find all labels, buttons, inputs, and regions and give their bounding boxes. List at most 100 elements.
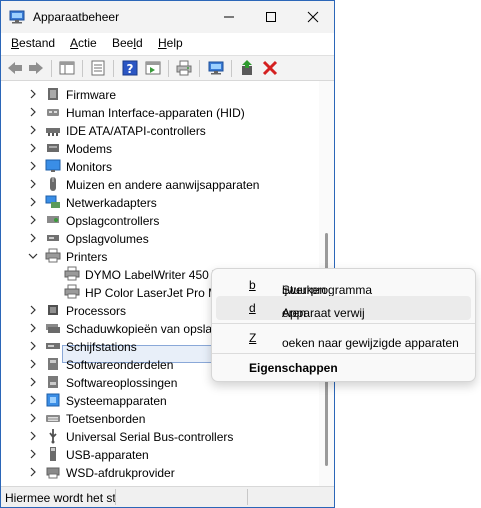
printer-icon <box>64 266 80 281</box>
chevron-right-icon[interactable] <box>27 213 39 227</box>
status-separator <box>247 489 248 505</box>
network-icon <box>45 195 60 208</box>
tree-item[interactable]: Modems <box>1 139 319 157</box>
context-menu: Stuurprogramma b ijwerken Apparaat verwij… <box>211 268 476 382</box>
forward-arrow-icon[interactable] <box>27 59 45 77</box>
uninstall-x-icon[interactable] <box>261 59 279 77</box>
context-menu-separator <box>212 353 475 354</box>
back-arrow-icon[interactable] <box>6 59 24 77</box>
tree-item-label: Opslagcontrollers <box>66 214 160 228</box>
menu-actie[interactable]: Actie <box>70 36 97 50</box>
tree-item-label: Human Interface-apparaten (HID) <box>66 106 245 120</box>
software-solution-icon <box>48 376 58 388</box>
usb-device-icon <box>50 447 56 461</box>
print-icon[interactable] <box>175 59 193 77</box>
menu-item-scan-hardware[interactable]: Zoeken naar gewijzigde apparaten <box>216 326 471 350</box>
tree-item[interactable]: WSD-afdrukprovider <box>1 463 319 481</box>
tree-item-label: Processors <box>66 304 127 318</box>
printer-icon <box>45 248 61 263</box>
processor-icon <box>48 305 58 315</box>
toolbar-separator <box>231 60 232 77</box>
menu-item-update-driver[interactable]: Stuurprogramma b ijwerken <box>216 273 471 297</box>
chevron-right-icon[interactable] <box>27 87 39 101</box>
chevron-right-icon[interactable] <box>27 141 39 155</box>
tree-item-label: Muizen en andere aanwijsapparaten <box>66 178 260 192</box>
action-pane-icon[interactable] <box>144 59 162 77</box>
chevron-right-icon[interactable] <box>27 123 39 137</box>
chevron-right-icon[interactable] <box>27 321 39 335</box>
menu-bestand[interactable]: Bestand <box>11 36 55 50</box>
status-bar: Hiermee wordt het st <box>1 486 334 507</box>
chevron-right-icon[interactable] <box>27 465 39 479</box>
monitor-icon <box>45 159 61 172</box>
chevron-right-icon[interactable] <box>27 447 39 461</box>
toolbar-separator <box>51 60 52 77</box>
mouse-icon <box>50 177 56 191</box>
console-tree-icon[interactable] <box>58 59 76 77</box>
svg-text:?: ? <box>127 62 134 76</box>
menu-beeld[interactable]: Beeld <box>112 36 143 50</box>
tree-item-label: Toetsenborden <box>66 412 146 426</box>
tree-item-label: Printers <box>66 250 108 264</box>
chevron-right-icon[interactable] <box>27 429 39 443</box>
tree-item[interactable]: Universal Serial Bus-controllers <box>1 427 319 445</box>
status-separator <box>115 489 116 505</box>
menu-bar: Bestand Actie Beeld Help <box>1 33 334 55</box>
properties-icon[interactable] <box>89 59 107 77</box>
system-device-icon <box>46 393 60 407</box>
chevron-right-icon[interactable] <box>27 357 39 371</box>
tree-item-label: Universal Serial Bus-controllers <box>66 430 234 444</box>
tree-item[interactable]: Opslagvolumes <box>1 229 319 247</box>
update-driver-icon[interactable] <box>238 59 256 77</box>
chevron-right-icon[interactable] <box>27 375 39 389</box>
tree-item-label: Opslagvolumes <box>66 232 149 246</box>
tree-item[interactable]: IDE ATA/ATAPI-controllers <box>1 121 319 139</box>
chevron-right-icon[interactable] <box>27 339 39 353</box>
chevron-right-icon[interactable] <box>27 393 39 407</box>
device-manager-icon <box>9 10 25 24</box>
chevron-down-icon[interactable] <box>27 249 39 263</box>
context-menu-separator <box>212 323 475 324</box>
close-icon <box>307 11 319 23</box>
chevron-right-icon[interactable] <box>27 105 39 119</box>
tree-item[interactable]: Human Interface-apparaten (HID) <box>1 103 319 121</box>
close-button[interactable] <box>292 1 334 33</box>
chevron-right-icon[interactable] <box>27 195 39 209</box>
chevron-right-icon[interactable] <box>27 303 39 317</box>
chevron-right-icon[interactable] <box>27 177 39 191</box>
tree-item-label: Softwareonderdelen <box>66 358 174 372</box>
modem-icon <box>47 144 59 152</box>
tree-item[interactable]: Monitors <box>1 157 319 175</box>
tree-item[interactable]: Printers <box>1 247 319 265</box>
maximize-button[interactable] <box>250 1 292 33</box>
scan-hardware-icon[interactable] <box>207 59 225 77</box>
tree-item-label: Schaduwkopieën van opslag <box>66 322 219 336</box>
tree-item[interactable]: Opslagcontrollers <box>1 211 319 229</box>
title-bar[interactable]: Apparaatbeheer <box>1 1 334 33</box>
help-icon[interactable]: ? <box>121 59 139 77</box>
tree-item[interactable]: Muizen en andere aanwijsapparaten <box>1 175 319 193</box>
menu-item-properties[interactable]: Eigenschappen <box>216 356 471 380</box>
menu-item-uninstall-device[interactable]: Apparaat verwij d eren <box>216 296 471 320</box>
chevron-right-icon[interactable] <box>27 411 39 425</box>
firmware-icon <box>48 88 58 100</box>
tree-item-label: USB-apparaten <box>66 448 149 462</box>
keyboard-icon <box>46 415 60 422</box>
hid-icon <box>47 109 59 116</box>
window-title: Apparaatbeheer <box>33 10 120 24</box>
device-manager-window: Apparaatbeheer Bestand Actie Beeld Help … <box>0 0 335 508</box>
toolbar-separator <box>82 60 83 77</box>
tree-item[interactable]: Firmware <box>1 85 319 103</box>
minimize-button[interactable] <box>208 1 250 33</box>
tree-item-label: Systeemapparaten <box>66 394 167 408</box>
software-component-icon <box>48 358 58 370</box>
chevron-right-icon[interactable] <box>27 159 39 173</box>
toolbar-separator <box>168 60 169 77</box>
tree-item[interactable]: USB-apparaten <box>1 445 319 463</box>
minimize-icon <box>224 16 234 18</box>
tree-item[interactable]: Netwerkadapters <box>1 193 319 211</box>
tree-item[interactable]: Systeemapparaten <box>1 391 319 409</box>
menu-help[interactable]: Help <box>158 36 183 50</box>
tree-item[interactable]: Toetsenborden <box>1 409 319 427</box>
chevron-right-icon[interactable] <box>27 231 39 245</box>
